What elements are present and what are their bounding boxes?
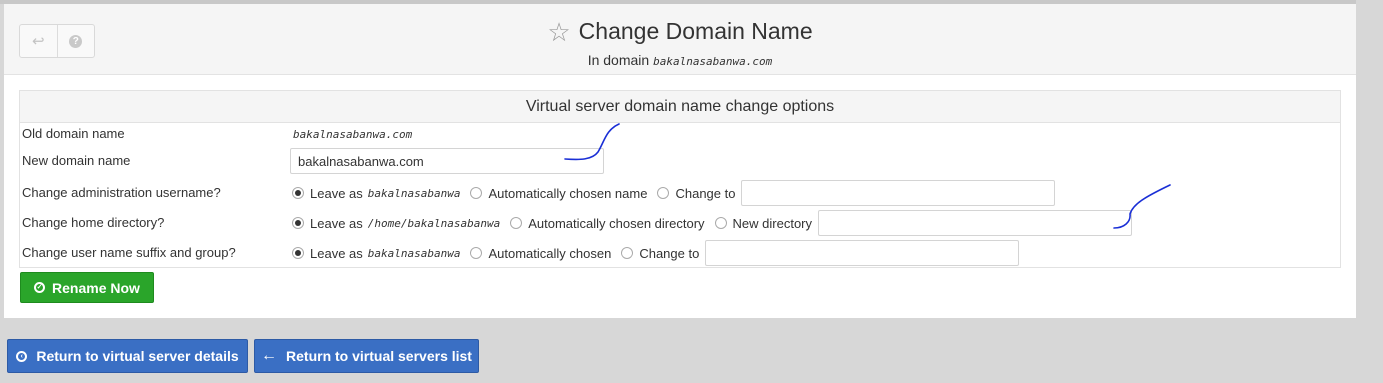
new-domain-value-wrap xyxy=(290,147,604,175)
suffix-group-row: Change user name suffix and group? Leave… xyxy=(20,239,1340,267)
home-dir-row: Change home directory? Leave as /home/ba… xyxy=(20,209,1340,237)
old-domain-value-wrap: bakalnasabanwa.com xyxy=(293,123,412,145)
title-block: ☆ Change Domain Name In domain bakalnasa… xyxy=(4,18,1356,68)
old-domain-row: Old domain name bakalnasabanwa.com xyxy=(20,123,1340,145)
page-header: ↩ ? ☆ Change Domain Name In domain bakal… xyxy=(4,4,1356,75)
admin-user-leave-label: Leave as xyxy=(310,185,363,201)
page-subtitle: In domain bakalnasabanwa.com xyxy=(4,52,1356,68)
old-domain-value: bakalnasabanwa.com xyxy=(293,127,413,141)
suffix-group-leave-label: Leave as xyxy=(310,245,363,261)
home-dir-auto-radio[interactable] xyxy=(510,217,523,229)
return-to-list-button[interactable]: ← Return to virtual servers list xyxy=(254,339,479,373)
main-panel: ↩ ? ☆ Change Domain Name In domain bakal… xyxy=(4,4,1356,318)
suffix-group-change-input[interactable] xyxy=(705,240,1020,266)
suffix-group-change-label: Change to xyxy=(639,245,700,261)
return-to-details-label: Return to virtual server details xyxy=(36,348,239,364)
home-dir-new-radio[interactable] xyxy=(714,217,727,229)
new-domain-input[interactable] xyxy=(290,148,604,174)
home-dir-leave-radio[interactable] xyxy=(292,217,304,229)
old-domain-label: Old domain name xyxy=(22,126,125,141)
suffix-group-auto-radio[interactable] xyxy=(470,247,483,259)
new-domain-row: New domain name xyxy=(20,147,1340,175)
check-circle-icon: ✓ xyxy=(34,282,46,293)
subtitle-domain: bakalnasabanwa.com xyxy=(653,54,773,68)
arrow-left-icon: ← xyxy=(261,347,278,364)
rename-now-label: Rename Now xyxy=(52,279,140,296)
admin-user-leave-radio[interactable] xyxy=(292,187,304,199)
new-domain-label: New domain name xyxy=(22,153,131,168)
return-to-list-label: Return to virtual servers list xyxy=(286,348,472,364)
home-dir-options: Leave as /home/bakalnasabanwa Automatica… xyxy=(292,209,1132,237)
suffix-group-options: Leave as bakalnasabanwa Automatically ch… xyxy=(292,239,1020,267)
page-title: ☆ Change Domain Name xyxy=(547,18,812,45)
admin-user-label: Change administration username? xyxy=(22,185,221,200)
suffix-group-leave-option[interactable]: Leave as bakalnasabanwa xyxy=(292,246,460,261)
admin-user-auto-label: Automatically chosen name xyxy=(488,185,648,201)
home-dir-leave-label: Leave as xyxy=(310,215,363,231)
home-dir-new-label: New directory xyxy=(732,215,812,231)
suffix-group-leave-radio[interactable] xyxy=(292,247,304,259)
admin-user-auto-radio[interactable] xyxy=(470,187,483,199)
admin-user-auto-option[interactable]: Automatically chosen name xyxy=(470,186,647,201)
admin-user-change-radio[interactable] xyxy=(657,187,670,199)
star-outline-icon[interactable]: ☆ xyxy=(547,19,570,45)
admin-user-change-option[interactable]: Change to xyxy=(657,186,735,201)
home-dir-new-option[interactable]: New directory xyxy=(714,215,812,231)
suffix-group-change-option[interactable]: Change to xyxy=(621,246,699,261)
home-dir-label: Change home directory? xyxy=(22,215,165,230)
suffix-group-auto-label: Automatically chosen xyxy=(488,245,612,261)
home-dir-auto-label: Automatically chosen directory xyxy=(528,215,705,231)
admin-user-leave-value: bakalnasabanwa xyxy=(367,186,461,200)
suffix-group-label: Change user name suffix and group? xyxy=(22,245,236,260)
options-table: Virtual server domain name change option… xyxy=(19,90,1341,268)
suffix-group-leave-value: bakalnasabanwa xyxy=(367,246,461,260)
home-dir-leave-option[interactable]: Leave as /home/bakalnasabanwa xyxy=(292,216,500,231)
home-dir-leave-value: /home/bakalnasabanwa xyxy=(367,216,501,230)
subtitle-prefix: In domain xyxy=(587,51,650,68)
admin-user-row: Change administration username? Leave as… xyxy=(20,179,1340,207)
back-circle-icon: ‹ xyxy=(16,350,28,362)
options-heading: Virtual server domain name change option… xyxy=(20,91,1340,123)
admin-user-leave-option[interactable]: Leave as bakalnasabanwa xyxy=(292,186,460,201)
admin-user-change-input[interactable] xyxy=(741,180,1056,206)
suffix-group-change-radio[interactable] xyxy=(621,247,634,259)
rename-now-button[interactable]: ✓ Rename Now xyxy=(20,272,154,303)
admin-user-change-label: Change to xyxy=(675,185,736,201)
home-dir-auto-option[interactable]: Automatically chosen directory xyxy=(510,215,705,231)
home-dir-new-input[interactable] xyxy=(818,210,1132,236)
admin-user-options: Leave as bakalnasabanwa Automatically ch… xyxy=(292,179,1056,207)
page-title-text: Change Domain Name xyxy=(578,18,813,44)
return-to-details-button[interactable]: ‹ Return to virtual server details xyxy=(7,339,248,373)
suffix-group-auto-option[interactable]: Automatically chosen xyxy=(470,246,611,261)
